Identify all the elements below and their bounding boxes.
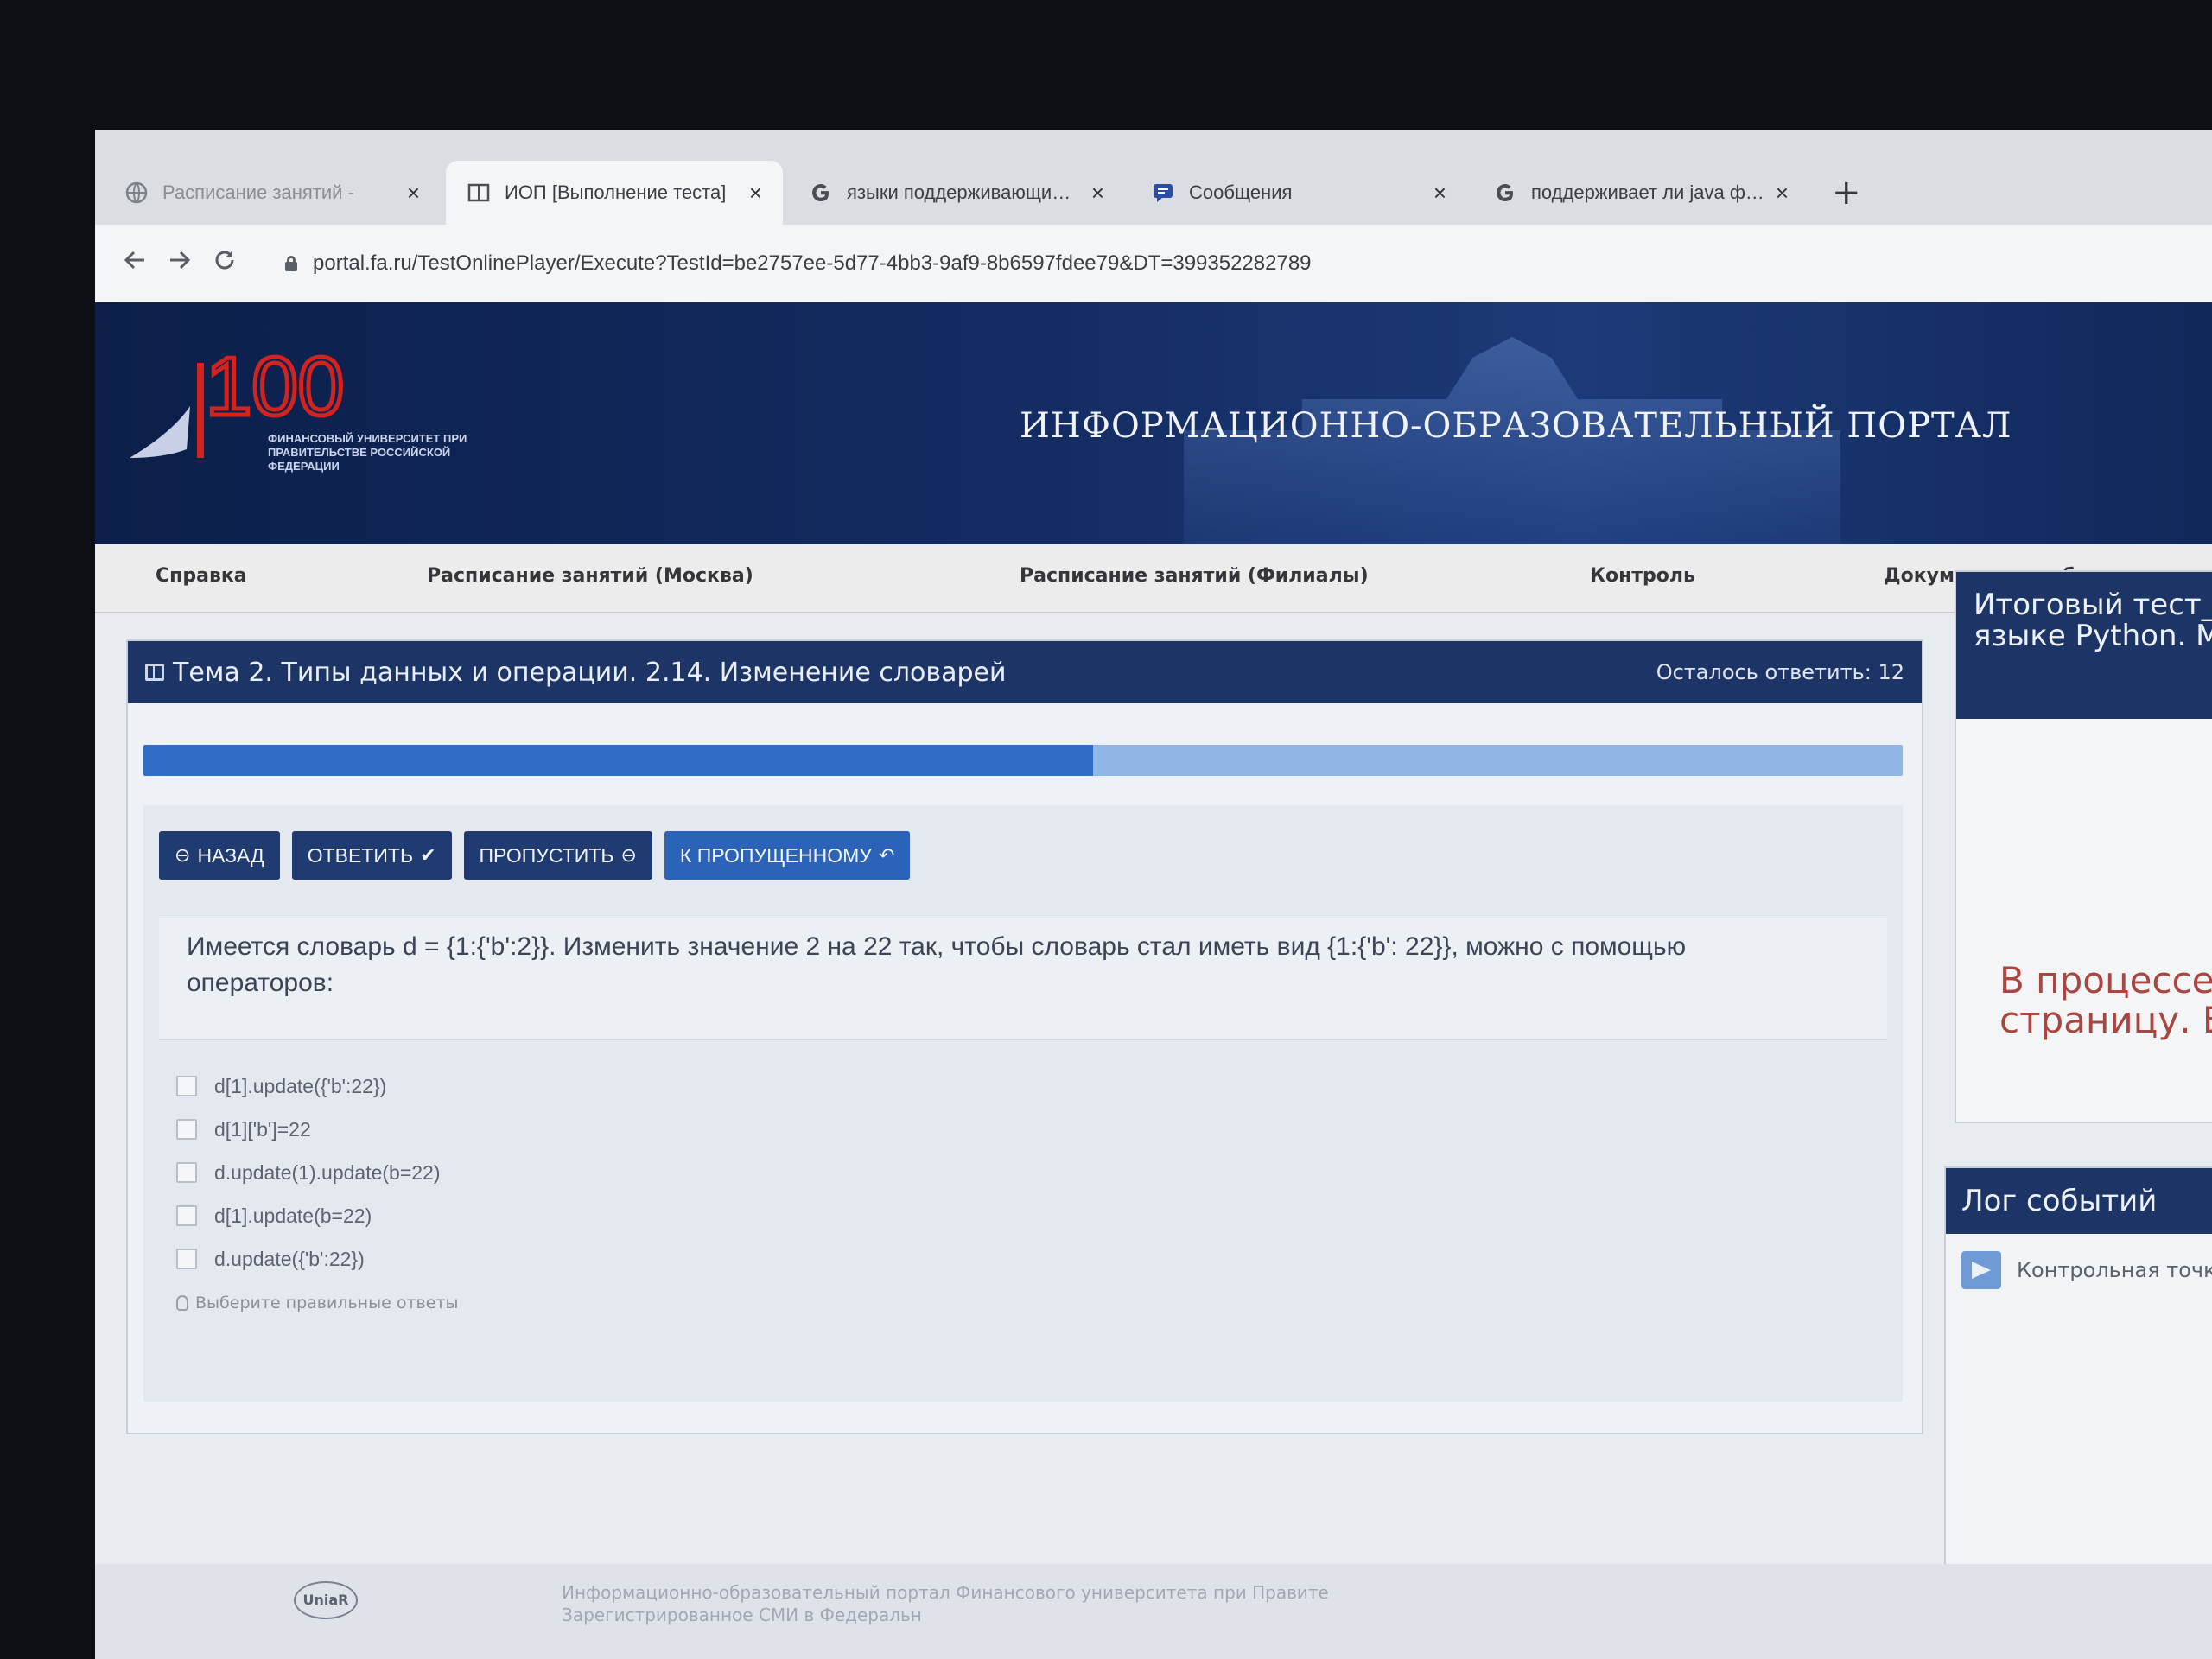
menu-item-help[interactable]: Справка xyxy=(156,565,247,587)
close-icon[interactable]: × xyxy=(1091,180,1104,207)
footer-line2: Зарегистрированное СМИ в Федеральн xyxy=(562,1605,922,1625)
monitor-screen: Расписание занятий - × ИОП [Выполнение т… xyxy=(95,130,2212,1659)
portal-header: 100 ФИНАНСОВЫЙ УНИВЕРСИТЕТ ПРИ ПРАВИТЕЛЬ… xyxy=(95,302,2212,544)
option-label: d[1].update(b=22) xyxy=(214,1204,372,1227)
url-text: portal.fa.ru/TestOnlinePlayer/Execute?Te… xyxy=(313,251,1312,275)
tab-google-search-1[interactable]: языки поддерживающие функ × xyxy=(788,161,1125,225)
option-checkbox[interactable] xyxy=(176,1205,197,1226)
option-checkbox[interactable] xyxy=(176,1162,197,1183)
status-line1: В процессе xyxy=(1999,959,2212,1001)
option-label: d[1].update({'b':22}) xyxy=(214,1074,387,1097)
logo-caption: ФИНАНСОВЫЙ УНИВЕРСИТЕТ ПРИ ПРАВИТЕЛЬСТВЕ… xyxy=(268,432,467,473)
final-test-panel: Итоговый тест_ языке Python. М В процесс… xyxy=(1955,570,2212,1123)
url-field[interactable]: portal.fa.ru/TestOnlinePlayer/Execute?Te… xyxy=(268,238,1581,288)
tab-title: Сообщения xyxy=(1189,181,1293,203)
close-icon[interactable]: × xyxy=(749,180,762,207)
test-panel: Тема 2. Типы данных и операции. 2.14. Из… xyxy=(126,639,1923,1434)
new-tab-button[interactable]: + xyxy=(1815,161,1878,225)
test-panel-header: Тема 2. Типы данных и операции. 2.14. Из… xyxy=(128,641,1922,703)
to-skipped-button-label: К ПРОПУЩЕННОМУ xyxy=(679,843,872,867)
final-test-header: Итоговый тест_ языке Python. М xyxy=(1956,572,2212,719)
browser-toolbar: portal.fa.ru/TestOnlinePlayer/Execute?Te… xyxy=(95,225,2212,302)
tab-google-search-2[interactable]: поддерживает ли java функцио × xyxy=(1472,161,1809,225)
event-log-entry[interactable]: Контрольная точк xyxy=(1946,1234,2212,1306)
option-label: d.update(1).update(b=22) xyxy=(214,1160,441,1184)
option-checkbox[interactable] xyxy=(176,1119,197,1140)
circle-right-icon: ⊖ xyxy=(620,844,637,866)
question-box: Имеется словарь d = {1:{'b':2}}. Изменит… xyxy=(159,918,1887,1040)
answer-option[interactable]: d[1]['b']=22 xyxy=(176,1108,441,1151)
answer-option[interactable]: d[1].update(b=22) xyxy=(176,1194,441,1237)
book-icon xyxy=(145,664,164,681)
test-actions: ⊖ НАЗАД ОТВЕТИТЬ ✔ ПРОПУСТИТЬ ⊖ К ПРОПУЩ… xyxy=(159,831,911,880)
footer-text: Информационно-образовательный портал Фин… xyxy=(562,1581,1329,1626)
reload-icon[interactable] xyxy=(202,246,247,281)
question-area: ⊖ НАЗАД ОТВЕТИТЬ ✔ ПРОПУСТИТЬ ⊖ К ПРОПУЩ… xyxy=(143,805,1903,1402)
back-button[interactable]: ⊖ НАЗАД xyxy=(159,831,280,880)
tab-messages[interactable]: Сообщения × xyxy=(1130,161,1467,225)
check-icon: ✔ xyxy=(420,844,436,866)
tab-title: ИОП [Выполнение теста] xyxy=(505,181,727,203)
option-checkbox[interactable] xyxy=(176,1076,197,1096)
answer-button[interactable]: ОТВЕТИТЬ ✔ xyxy=(291,831,452,880)
close-icon[interactable]: × xyxy=(407,180,420,207)
event-log-title: Лог событий xyxy=(1946,1168,2212,1234)
topic-title: Тема 2. Типы данных и операции. 2.14. Из… xyxy=(173,657,1007,688)
reply-icon: ↶ xyxy=(878,844,895,866)
portal-title: ИНФОРМАЦИОННО-ОБРАЗОВАТЕЛЬНЫЙ ПОРТАЛ xyxy=(1020,406,2012,446)
answer-options: d[1].update({'b':22}) d[1]['b']=22 d.upd… xyxy=(176,1065,441,1281)
hint: Выберите правильные ответы xyxy=(176,1294,458,1313)
answer-option[interactable]: d.update({'b':22}) xyxy=(176,1237,441,1281)
answer-option[interactable]: d[1].update({'b':22}) xyxy=(176,1065,441,1108)
skip-button-label: ПРОПУСТИТЬ xyxy=(479,843,614,867)
reader-icon xyxy=(467,181,491,205)
final-test-status: В процессе страницу. Е xyxy=(1999,961,2212,1040)
to-skipped-button[interactable]: К ПРОПУЩЕННОМУ ↶ xyxy=(664,831,911,880)
progress-bar-fill xyxy=(143,745,1094,776)
hint-text: Выберите правильные ответы xyxy=(195,1294,459,1313)
event-text: Контрольная точк xyxy=(2017,1258,2212,1282)
google-icon xyxy=(809,181,833,205)
final-test-title-line1: Итоговый тест_ xyxy=(1974,588,2212,622)
question-text: Имеется словарь d = {1:{'b':2}}. Изменит… xyxy=(187,932,1687,997)
footer-line1: Информационно-образовательный портал Фин… xyxy=(562,1582,1329,1603)
skip-button[interactable]: ПРОПУСТИТЬ ⊖ xyxy=(463,831,652,880)
answer-button-label: ОТВЕТИТЬ xyxy=(307,843,414,867)
logo-number: 100 xyxy=(206,340,344,433)
final-test-title-line2: языке Python. М xyxy=(1974,619,2212,653)
footer: UniaR Информационно-образовательный порт… xyxy=(95,1564,2212,1659)
lock-icon xyxy=(285,255,297,271)
option-label: d.update({'b':22}) xyxy=(214,1247,365,1270)
main-menu: Справка Расписание занятий (Москва) Расп… xyxy=(95,544,2212,613)
remaining-counter: Осталось ответить: 12 xyxy=(1656,660,1904,684)
tab-title: языки поддерживающие функ xyxy=(847,181,1081,203)
close-icon[interactable]: × xyxy=(1433,180,1446,207)
browser-tab-strip: Расписание занятий - × ИОП [Выполнение т… xyxy=(95,130,2212,225)
status-line2: страницу. Е xyxy=(1999,999,2212,1041)
close-icon[interactable]: × xyxy=(1776,180,1789,207)
footer-logo[interactable]: UniaR xyxy=(294,1581,358,1619)
globe-icon xyxy=(124,181,149,205)
tab-title: поддерживает ли java функцио xyxy=(1531,181,1765,203)
tab-test-execution[interactable]: ИОП [Выполнение теста] × xyxy=(446,161,783,225)
forward-arrow-icon[interactable] xyxy=(157,246,202,281)
google-icon xyxy=(1493,181,1517,205)
university-logo[interactable]: 100 xyxy=(121,328,484,510)
tab-title: Расписание занятий - xyxy=(162,181,354,203)
menu-item-control[interactable]: Контроль xyxy=(1590,565,1695,587)
answer-option[interactable]: d.update(1).update(b=22) xyxy=(176,1151,441,1194)
back-button-label: НАЗАД xyxy=(197,843,264,867)
progress-bar xyxy=(143,745,1903,776)
back-arrow-icon[interactable] xyxy=(112,246,157,281)
chat-icon xyxy=(1151,181,1175,205)
option-checkbox[interactable] xyxy=(176,1249,197,1269)
menu-item-schedule-moscow[interactable]: Расписание занятий (Москва) xyxy=(427,565,753,587)
megaphone-icon xyxy=(1961,1251,2001,1289)
tab-schedule[interactable]: Расписание занятий - × xyxy=(104,161,441,225)
lightbulb-icon xyxy=(176,1295,188,1311)
option-label: d[1]['b']=22 xyxy=(214,1117,311,1141)
circle-left-icon: ⊖ xyxy=(175,844,191,866)
menu-item-schedule-branches[interactable]: Расписание занятий (Филиалы) xyxy=(1020,565,1369,587)
